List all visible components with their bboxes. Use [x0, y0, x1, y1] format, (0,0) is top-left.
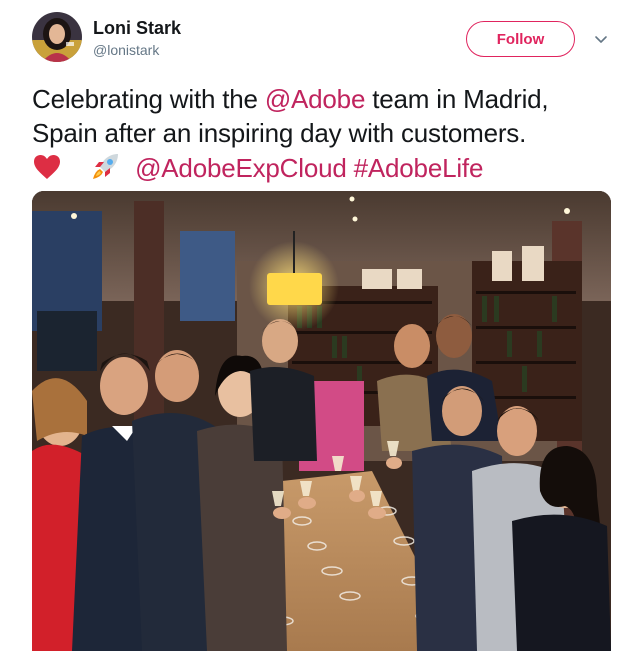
- tweet-text-segment: team in Madrid,: [365, 84, 549, 114]
- tweet-line-3: @AdobeExpCloud #AdobeLife: [32, 150, 622, 185]
- tweet-text-segment: Celebrating with the: [32, 84, 265, 114]
- follow-button[interactable]: Follow: [466, 21, 575, 57]
- user-handle[interactable]: @lonistark: [93, 42, 159, 58]
- tweet-line-1: Celebrating with the @Adobe team in Madr…: [32, 82, 622, 116]
- mention-link[interactable]: @AdobeExpCloud: [135, 153, 347, 183]
- tweet-text: Celebrating with the @Adobe team in Madr…: [32, 82, 622, 185]
- display-name[interactable]: Loni Stark: [93, 18, 181, 39]
- rocket-icon: [90, 150, 120, 180]
- red-heart-icon: [32, 152, 62, 182]
- hashtag-link[interactable]: #AdobeLife: [354, 153, 484, 183]
- tweet-line-2: Spain after an inspiring day with custom…: [32, 118, 527, 148]
- tweet-header: Loni Stark @lonistark Follow: [0, 0, 639, 80]
- group-photo-image: [32, 191, 611, 651]
- chevron-down-icon[interactable]: [592, 30, 610, 48]
- avatar[interactable]: [32, 12, 82, 62]
- tweet-photo[interactable]: [32, 191, 611, 651]
- mention-link[interactable]: @Adobe: [265, 84, 366, 114]
